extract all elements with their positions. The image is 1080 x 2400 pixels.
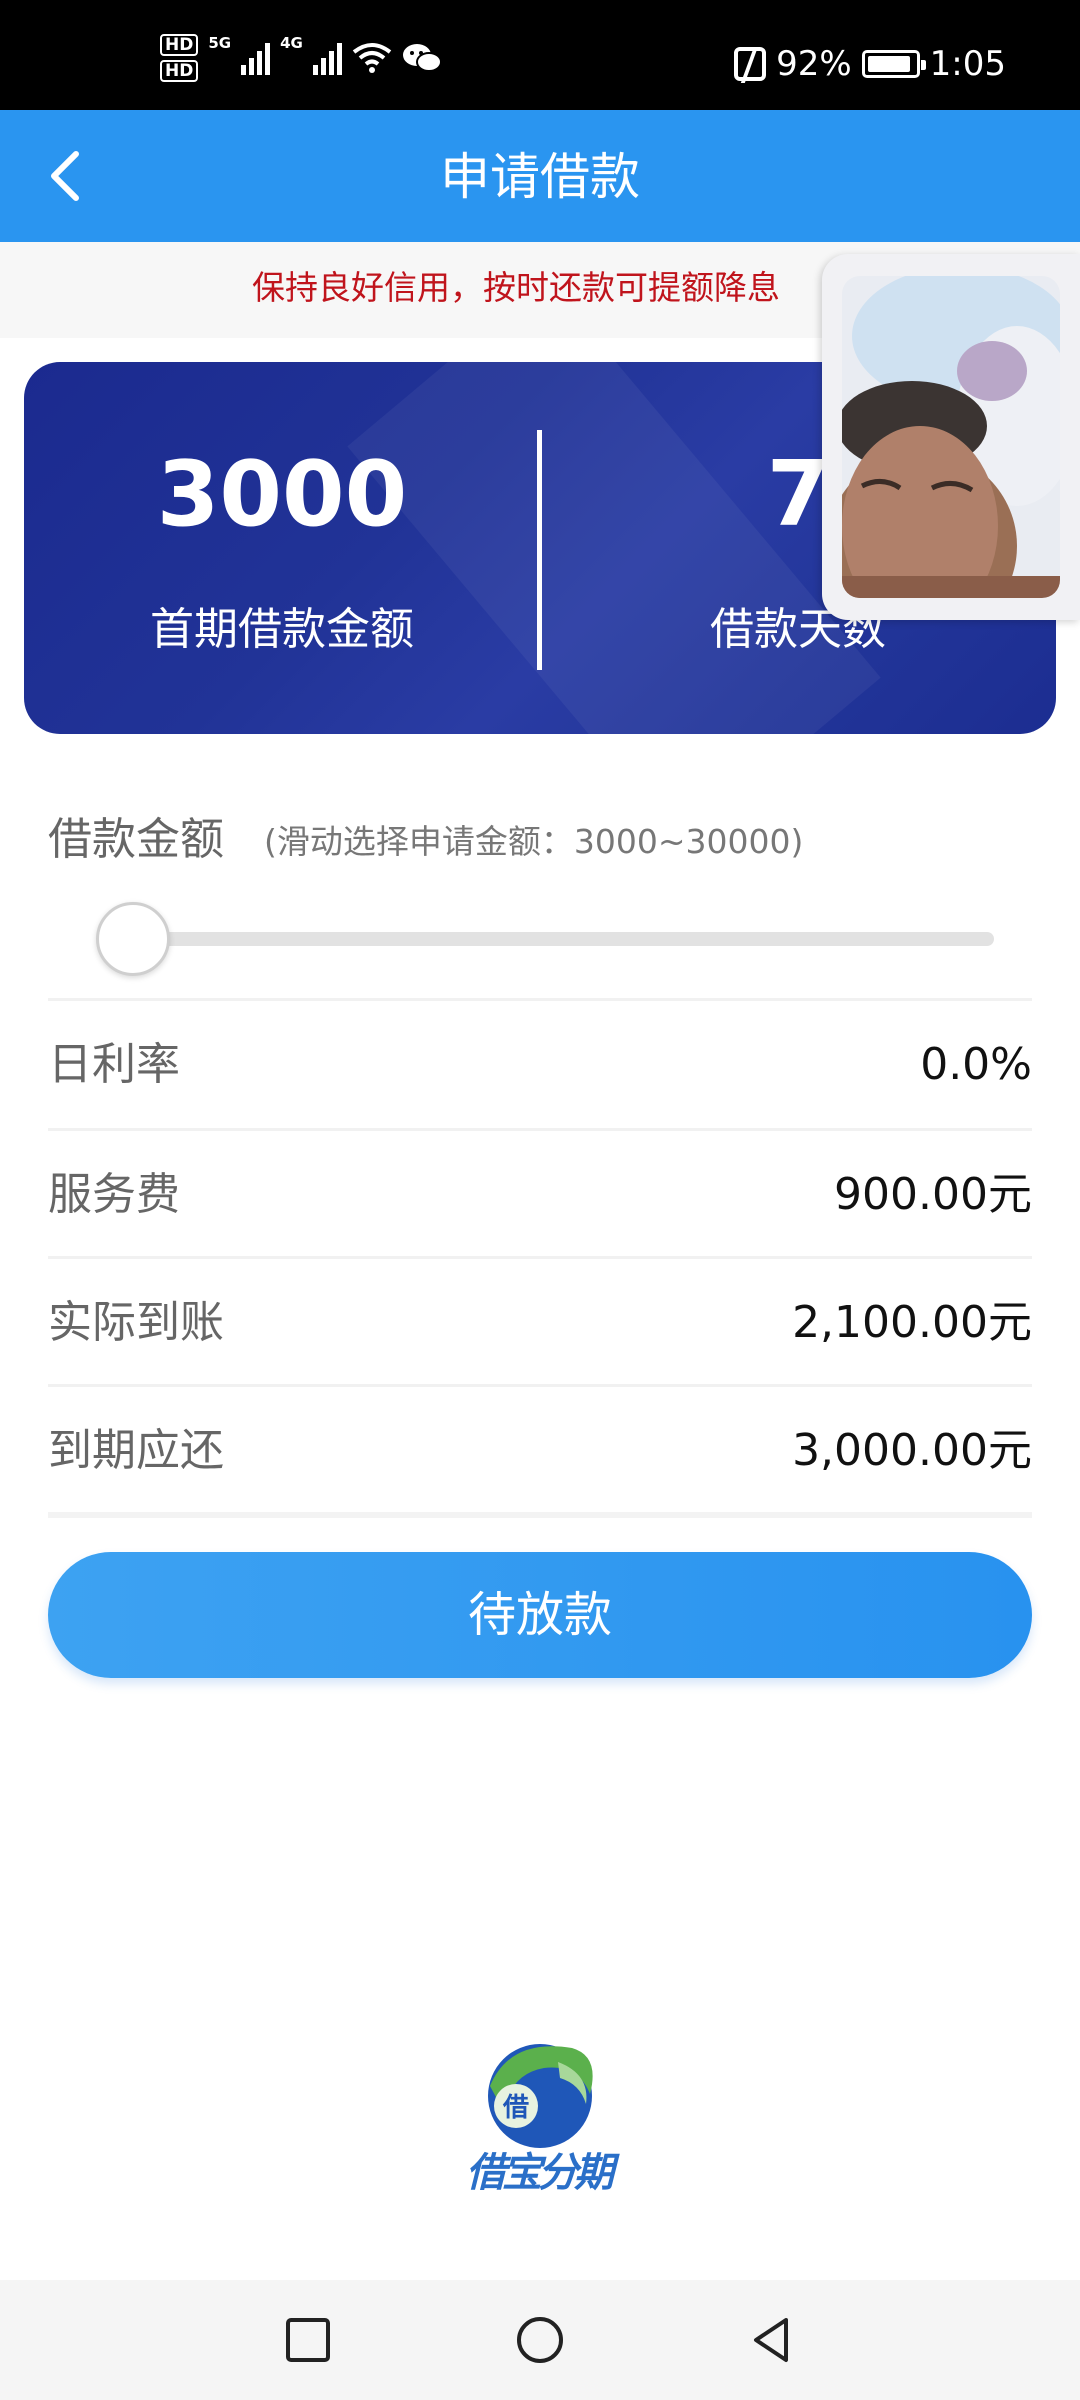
row-label: 实际到账 xyxy=(48,1297,224,1348)
divider xyxy=(48,1512,1032,1518)
back-nav-button[interactable] xyxy=(742,2310,802,2370)
hd-badge-2: HD xyxy=(160,60,199,82)
signal-icon xyxy=(241,41,271,75)
loan-amount-slider-thumb[interactable] xyxy=(96,902,170,976)
home-button[interactable] xyxy=(510,2310,570,2370)
row-value: 3,000.00元 xyxy=(792,1425,1032,1476)
slider-title: 借款金额 xyxy=(48,814,224,865)
info-row-service-fee: 服务费 900.00元 xyxy=(48,1128,1032,1256)
brand-name: 借宝分期 xyxy=(466,2150,614,2196)
network-5g-label: 5G xyxy=(208,34,232,52)
row-label: 到期应还 xyxy=(48,1425,224,1476)
row-value: 0.0% xyxy=(920,1039,1032,1090)
info-row-daily-rate: 日利率 0.0% xyxy=(48,998,1032,1126)
wechat-icon xyxy=(402,44,442,72)
battery-icon xyxy=(861,50,926,78)
row-label: 服务费 xyxy=(48,1169,180,1220)
amount-label: 首期借款金额 xyxy=(150,604,414,655)
row-value: 900.00元 xyxy=(834,1169,1032,1220)
app-header: 申请借款 xyxy=(0,110,1080,242)
status-left: HD HD 5G 4G xyxy=(160,34,442,82)
wifi-icon xyxy=(352,43,392,73)
recent-apps-icon xyxy=(286,2318,330,2362)
clock: 1:05 xyxy=(929,44,1006,84)
battery-percent: 92% xyxy=(776,44,852,84)
amount-block: 3000 首期借款金额 xyxy=(24,362,540,734)
hd-badge-1: HD xyxy=(160,34,199,56)
amount-value: 3000 xyxy=(156,442,408,547)
recent-apps-button[interactable] xyxy=(278,2310,338,2370)
notice-text: 保持良好信用，按时还款可提额降息 xyxy=(252,268,780,307)
video-preview xyxy=(842,276,1060,598)
info-row-due-repayment: 到期应还 3,000.00元 xyxy=(48,1384,1032,1512)
page-title: 申请借款 xyxy=(440,148,640,206)
info-row-actual-received: 实际到账 2,100.00元 xyxy=(48,1256,1032,1384)
status-bar: HD HD 5G 4G 92% 1:05 xyxy=(0,0,1080,110)
system-nav-bar xyxy=(0,2280,1080,2400)
nfc-icon xyxy=(734,47,767,81)
network-4g-label: 4G xyxy=(280,34,303,52)
pending-disbursement-button[interactable]: 待放款 xyxy=(48,1552,1032,1678)
signal-icon-2 xyxy=(312,41,342,75)
hd-indicators: HD HD xyxy=(160,34,199,82)
slider-hint: (滑动选择申请金额：3000~30000) xyxy=(264,822,804,861)
loan-amount-slider-section: 借款金额 (滑动选择申请金额：3000~30000) xyxy=(48,800,1032,996)
row-value: 2,100.00元 xyxy=(792,1297,1032,1348)
video-feed-image xyxy=(842,276,1060,598)
logo-badge-char: 借 xyxy=(502,2093,529,2123)
loan-amount-slider-track[interactable] xyxy=(98,932,994,946)
row-label: 日利率 xyxy=(48,1039,180,1090)
status-right: 92% 1:05 xyxy=(734,44,1006,84)
home-icon xyxy=(517,2317,563,2363)
back-icon xyxy=(754,2318,788,2362)
video-call-float-window[interactable] xyxy=(822,254,1080,620)
